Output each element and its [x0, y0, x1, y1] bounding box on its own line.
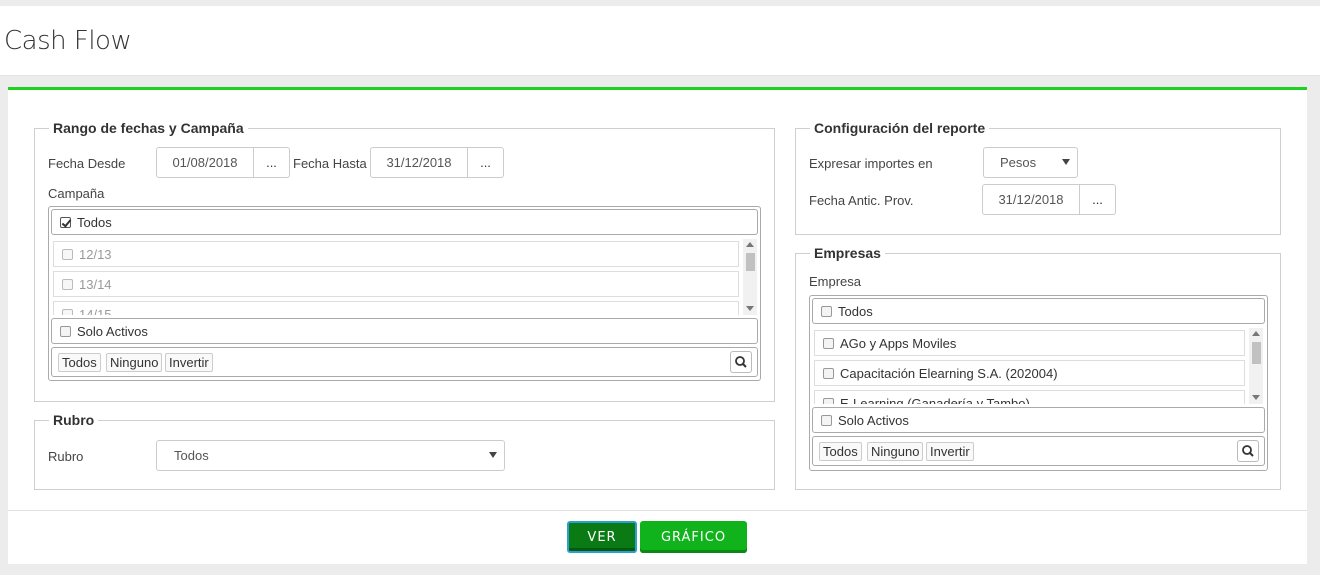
list-item-label: Capacitación Elearning S.A. (202004) [840, 365, 1058, 381]
fecha-hasta-label: Fecha Hasta [293, 156, 367, 171]
campana-list: 12/13 13/14 14/15 [53, 239, 758, 315]
search-icon [735, 356, 747, 368]
fecha-hasta-picker-button[interactable]: ... [468, 147, 504, 178]
checkbox-icon[interactable] [62, 248, 73, 260]
grafico-button[interactable]: GRÁFICO [640, 521, 747, 553]
checkbox-icon[interactable] [823, 367, 834, 379]
empresa-todos-option[interactable]: Todos [812, 298, 1265, 324]
empresa-toolbar: Todos Ninguno Invertir [812, 436, 1265, 466]
empresa-label: Empresa [809, 274, 862, 289]
invert-selection-button[interactable]: Invertir [926, 442, 974, 461]
campana-scrollbar[interactable] [743, 239, 757, 315]
card-footer: VER GRÁFICO [8, 510, 1307, 564]
list-item[interactable]: 14/15 [53, 301, 739, 315]
rubro-label: Rubro [48, 449, 84, 464]
scroll-up-icon[interactable] [746, 242, 754, 247]
legend-config: Configuración del reporte [810, 120, 990, 136]
importes-label: Expresar importes en [809, 156, 933, 171]
fecha-desde-picker-button[interactable]: ... [254, 147, 290, 178]
list-item[interactable]: 12/13 [53, 241, 739, 267]
empresa-list: AGo y Apps Moviles Capacitación Elearnin… [814, 328, 1265, 404]
select-none-button[interactable]: Ninguno [867, 442, 924, 461]
legend-empresas: Empresas [810, 245, 885, 261]
checkbox-icon[interactable] [823, 397, 834, 404]
empresa-scrollbar[interactable] [1249, 328, 1263, 404]
empresa-solo-activos-option[interactable]: Solo Activos [812, 407, 1265, 433]
checkbox-icon[interactable] [60, 325, 71, 337]
ver-button[interactable]: VER [567, 521, 637, 553]
select-none-button[interactable]: Ninguno [106, 353, 163, 372]
fieldset-empresas: Empresas Empresa Todos AGo y Apps Movile… [795, 245, 1281, 490]
rubro-select-value: Todos [174, 448, 209, 463]
checkbox-checked-icon[interactable] [60, 216, 71, 228]
importes-select-value: Pesos [1000, 155, 1037, 170]
checkbox-icon[interactable] [62, 308, 73, 315]
checkbox-icon[interactable] [821, 305, 832, 317]
fecha-desde-label: Fecha Desde [48, 156, 126, 171]
campana-solo-activos-option[interactable]: Solo Activos [51, 318, 758, 344]
scroll-thumb[interactable] [746, 253, 755, 271]
list-item[interactable]: E-Learning (Ganadería y Tambo) [814, 390, 1245, 404]
chevron-down-icon [1062, 159, 1070, 165]
fieldset-rubro: Rubro Rubro Todos [34, 412, 775, 490]
fecha-desde-input[interactable]: 01/08/2018 [156, 147, 254, 178]
campana-multiselect: Todos 12/13 13/14 14/15 Solo Activos Tod… [48, 206, 761, 381]
scroll-thumb[interactable] [1252, 342, 1261, 364]
list-item-label: 12/13 [79, 246, 112, 262]
checkbox-icon[interactable] [62, 278, 73, 290]
fecha-antic-picker-button[interactable]: ... [1080, 184, 1116, 215]
chevron-down-icon [489, 452, 497, 458]
campana-toolbar: Todos Ninguno Invertir [51, 347, 758, 377]
fecha-antic-label: Fecha Antic. Prov. [809, 193, 914, 208]
page-header: Cash Flow [0, 6, 1320, 76]
checkbox-icon[interactable] [823, 337, 834, 349]
rubro-select[interactable]: Todos [156, 440, 505, 471]
solo-activos-label: Solo Activos [77, 323, 148, 339]
empresa-multiselect: Todos AGo y Apps Moviles Capacitación El… [809, 295, 1268, 471]
checkbox-icon[interactable] [821, 414, 832, 426]
campana-todos-option[interactable]: Todos [51, 209, 758, 235]
scroll-down-icon[interactable] [1252, 395, 1260, 400]
list-item[interactable]: 13/14 [53, 271, 739, 297]
search-icon [1242, 445, 1254, 457]
legend-rubro: Rubro [49, 412, 99, 428]
campana-label: Campaña [48, 186, 105, 201]
list-item[interactable]: AGo y Apps Moviles [814, 330, 1245, 356]
scroll-down-icon[interactable] [746, 306, 754, 311]
list-item-label: AGo y Apps Moviles [840, 335, 957, 351]
fecha-hasta-input[interactable]: 31/12/2018 [370, 147, 468, 178]
search-button[interactable] [1237, 440, 1259, 462]
scroll-up-icon[interactable] [1252, 331, 1260, 336]
legend-rango: Rango de fechas y Campaña [49, 120, 248, 136]
report-card: Rango de fechas y Campaña Fecha Desde 01… [8, 87, 1307, 564]
list-item-label: 13/14 [79, 276, 112, 292]
page-title: Cash Flow [4, 26, 132, 56]
invert-selection-button[interactable]: Invertir [165, 353, 213, 372]
fecha-antic-input[interactable]: 31/12/2018 [982, 184, 1080, 215]
list-item[interactable]: Capacitación Elearning S.A. (202004) [814, 360, 1245, 386]
list-item-label: 14/15 [79, 306, 112, 316]
fieldset-rango: Rango de fechas y Campaña Fecha Desde 01… [34, 120, 775, 402]
empresa-todos-label: Todos [838, 303, 873, 319]
campana-todos-label: Todos [77, 214, 112, 230]
importes-select[interactable]: Pesos [983, 147, 1078, 178]
list-item-label: E-Learning (Ganadería y Tambo) [840, 395, 1030, 405]
solo-activos-label: Solo Activos [838, 412, 909, 428]
fieldset-config: Configuración del reporte Expresar impor… [795, 120, 1281, 235]
select-all-button[interactable]: Todos [58, 353, 101, 372]
select-all-button[interactable]: Todos [819, 442, 862, 461]
search-button[interactable] [730, 351, 752, 373]
